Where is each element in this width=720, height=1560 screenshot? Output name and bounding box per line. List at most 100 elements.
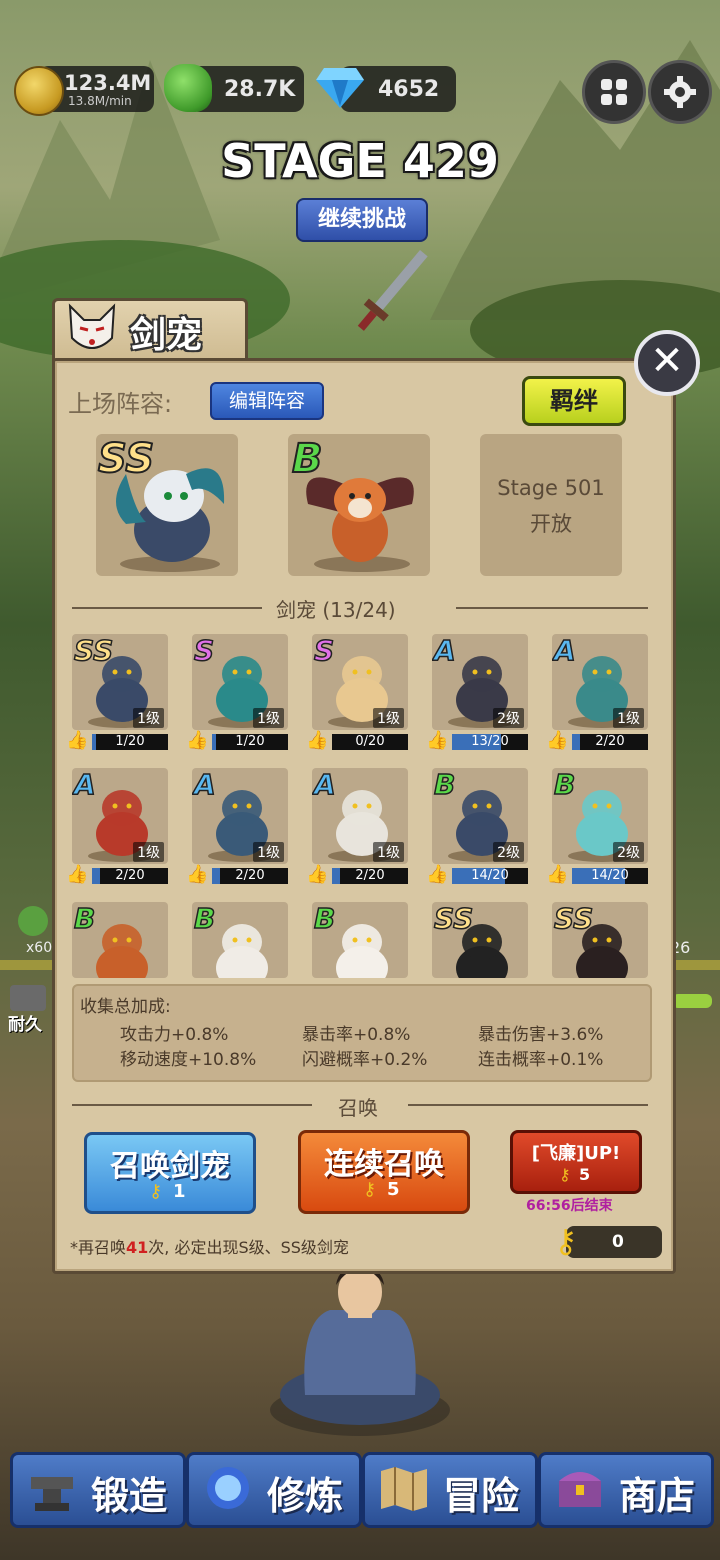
nav-cultivate-button[interactable]: 修炼 <box>186 1452 362 1528</box>
collection-header: 剑宠 (13/24) <box>276 598 396 622</box>
pity-notice: *再召唤41次, 必定出现S级、SS级剑宠 <box>70 1234 349 1258</box>
grade-badge: A <box>433 634 456 668</box>
pet-level: 2级 <box>493 842 524 862</box>
key-counter: ⚷ 0 <box>554 1222 662 1260</box>
key-count: 0 <box>612 1232 624 1252</box>
lineup-slot-locked: Stage 501 开放 <box>480 434 622 576</box>
bonus-move-speed: 移动速度+10.8% <box>120 1050 257 1070</box>
jade-value: 28.7K <box>224 77 296 102</box>
continue-challenge-button[interactable]: 继续挑战 <box>296 198 428 242</box>
pet-level: 1级 <box>613 708 644 728</box>
nav-forge-button[interactable]: 锻造 <box>10 1452 186 1528</box>
pity-prefix: *再召唤 <box>70 1238 127 1257</box>
upgrade-thumb-icon: 👍 <box>66 864 89 885</box>
grade-badge: B <box>291 435 323 483</box>
nav-adventure-button[interactable]: 冒险 <box>362 1452 538 1528</box>
pet-progress-text: 0/20 <box>355 734 385 749</box>
hero-character <box>280 1250 440 1425</box>
pet-card[interactable]: SS <box>432 902 528 978</box>
pet-progress-bar: 13/20 <box>452 734 528 750</box>
pet-progress-text: 2/20 <box>115 868 145 883</box>
pet-progress-text: 2/20 <box>595 734 625 749</box>
grade-badge: A <box>193 768 216 802</box>
grade-badge: A <box>553 634 576 668</box>
bonus-dodge: 闪避概率+0.2% <box>302 1050 428 1070</box>
close-button[interactable]: ✕ <box>634 330 700 396</box>
pet-progress-bar: 2/20 <box>92 868 168 884</box>
bonus-title: 收集总加成: <box>80 997 171 1017</box>
pet-card[interactable]: SS 1级 <box>72 634 168 730</box>
pet-level: 1级 <box>373 842 404 862</box>
stage-title: STAGE 429 <box>221 134 499 188</box>
pet-card[interactable]: A 1级 <box>552 634 648 730</box>
grade-badge: B <box>553 768 576 802</box>
bonus-crit-damage: 暴击伤害+3.6% <box>478 1025 604 1045</box>
summon-pet-button[interactable]: 召唤剑宠 ⚷ 1 <box>84 1132 256 1214</box>
pet-level: 1级 <box>253 708 284 728</box>
grade-badge: B <box>313 902 336 936</box>
jade-side-icon <box>18 906 48 936</box>
pet-level: 2级 <box>493 708 524 728</box>
nav-cultivate-label: 修炼 <box>266 1474 343 1518</box>
pet-card[interactable]: A 1级 <box>72 768 168 864</box>
nav-adventure-label: 冒险 <box>442 1474 519 1518</box>
divider <box>456 607 648 609</box>
upgrade-thumb-icon: 👍 <box>306 864 329 885</box>
pet-card[interactable]: A 1级 <box>312 768 408 864</box>
pet-progress-text: 2/20 <box>235 868 265 883</box>
close-icon: ✕ <box>650 338 684 384</box>
menu-grid-button[interactable] <box>582 60 646 124</box>
divider <box>72 607 262 609</box>
pet-card[interactable]: B 2级 <box>432 768 528 864</box>
pet-card[interactable]: B <box>312 902 408 978</box>
pet-card[interactable]: B 2级 <box>552 768 648 864</box>
upgrade-thumb-icon: 👍 <box>426 730 449 751</box>
pet-progress-bar: 1/20 <box>92 734 168 750</box>
pet-card[interactable]: SS <box>552 902 648 978</box>
edit-lineup-button[interactable]: 编辑阵容 <box>210 382 324 420</box>
pet-card[interactable]: B <box>192 902 288 978</box>
upgrade-thumb-icon: 👍 <box>426 864 449 885</box>
locked-open-text: 开放 <box>530 512 572 536</box>
grade-badge: B <box>193 902 216 936</box>
pet-progress-text: 14/20 <box>471 868 509 883</box>
pet-card[interactable]: A 2级 <box>432 634 528 730</box>
grade-badge: B <box>73 902 96 936</box>
summon-multi-button[interactable]: 连续召唤 ⚷ 5 <box>298 1130 470 1214</box>
orb-icon <box>207 1467 249 1509</box>
diamond-icon <box>316 68 364 108</box>
settings-button[interactable] <box>648 60 712 124</box>
key-icon: ⚷ <box>554 1222 578 1260</box>
pet-level: 2级 <box>613 842 644 862</box>
key-icon: ⚷ <box>559 1165 571 1184</box>
event-summon-button[interactable]: [飞廉]UP! ⚷ 5 <box>510 1130 642 1194</box>
grade-badge: SS <box>553 902 594 936</box>
fox-mask-icon <box>62 302 122 360</box>
summon-header: 召唤 <box>338 1096 378 1120</box>
divider <box>72 1104 312 1106</box>
pet-card[interactable]: B <box>72 902 168 978</box>
pet-card[interactable]: S 1级 <box>312 634 408 730</box>
coin-rate: 13.8M/min <box>68 94 132 108</box>
bond-button[interactable]: 羁绊 <box>522 376 626 426</box>
nav-shop-button[interactable]: 商店 <box>538 1452 714 1528</box>
locked-stage-text: Stage 501 <box>497 476 605 500</box>
pity-count: 41 <box>126 1238 149 1257</box>
grade-badge: SS <box>97 435 155 483</box>
side-bar <box>672 994 712 1008</box>
summon-multi-cost: 5 <box>387 1179 400 1200</box>
jade-icon <box>164 64 212 112</box>
bonus-combo: 连击概率+0.1% <box>478 1050 604 1070</box>
pet-card[interactable]: S 1级 <box>192 634 288 730</box>
pet-level: 1级 <box>253 842 284 862</box>
pet-progress-bar: 0/20 <box>332 734 408 750</box>
pet-progress-bar: 2/20 <box>332 868 408 884</box>
pet-progress-text: 2/20 <box>355 868 385 883</box>
pet-progress-text: 13/20 <box>471 734 509 749</box>
upgrade-thumb-icon: 👍 <box>186 730 209 751</box>
bonus-crit-rate: 暴击率+0.8% <box>302 1025 411 1045</box>
grade-badge: SS <box>73 634 114 668</box>
grade-badge: SS <box>433 902 474 936</box>
pet-card[interactable]: A 1级 <box>192 768 288 864</box>
pity-suffix: 次, 必定出现S级、SS级剑宠 <box>148 1238 349 1257</box>
